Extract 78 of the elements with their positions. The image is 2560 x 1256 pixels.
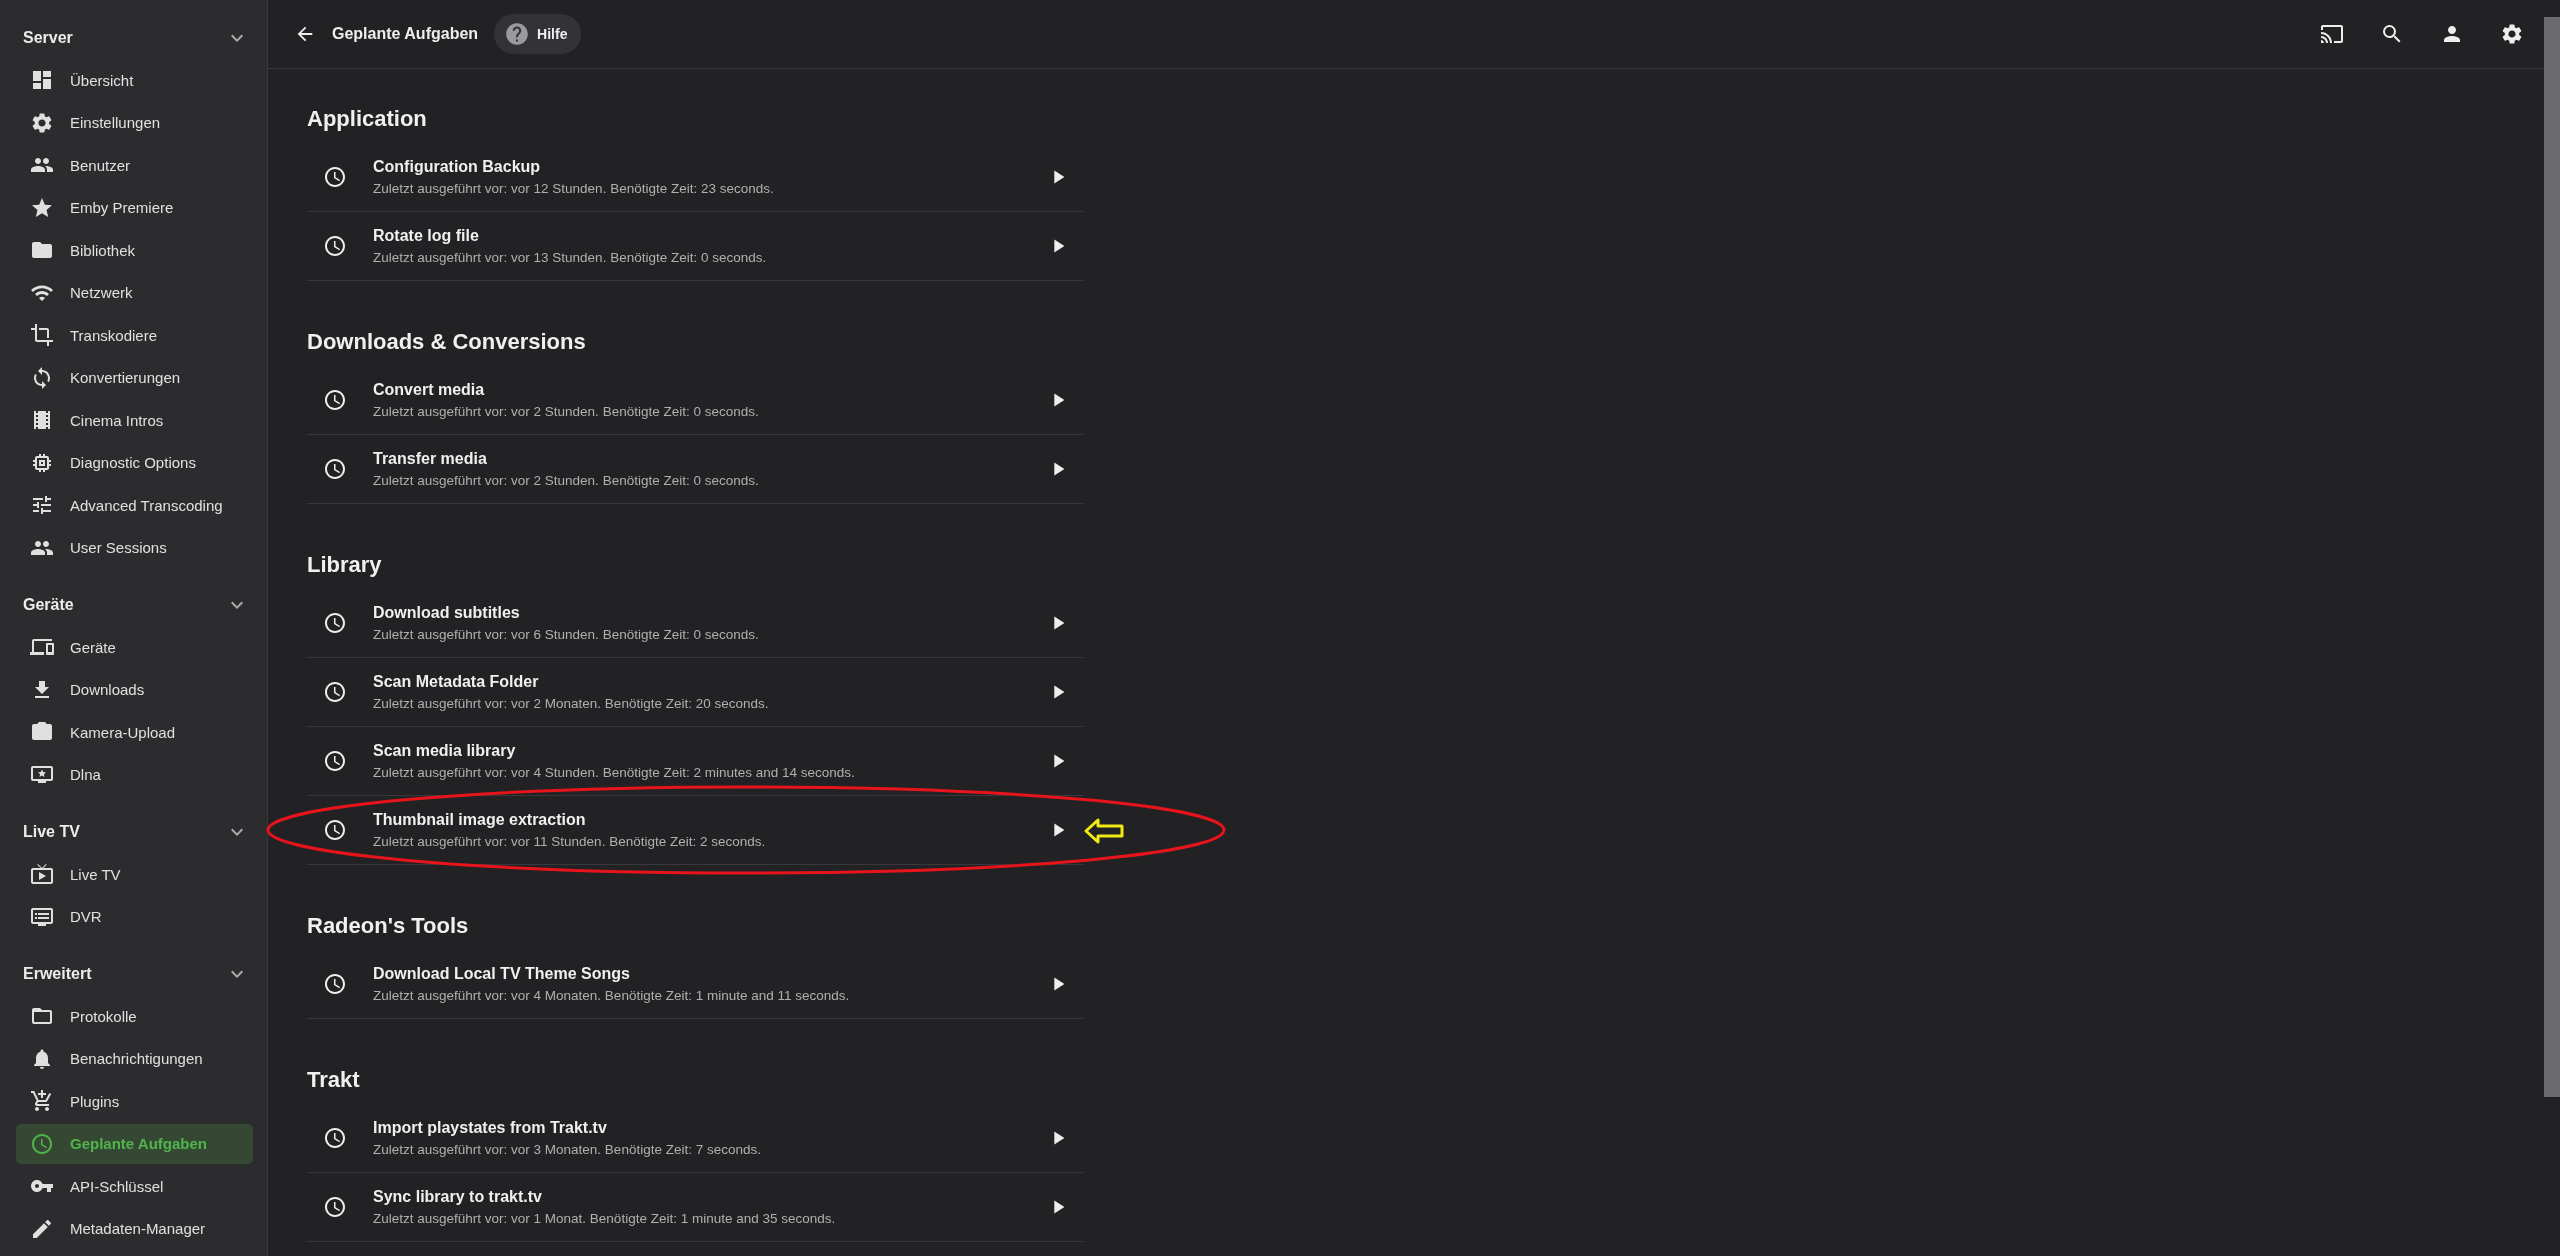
- sidebar-item[interactable]: Benutzer: [16, 145, 253, 186]
- clock-icon: [323, 388, 347, 412]
- task-name: Transfer media: [373, 450, 488, 468]
- section-heading: Library: [307, 551, 383, 579]
- task-status: Zuletzt ausgeführt vor: vor 2 Monaten. Benötigte Zeit: 20 seconds.: [373, 696, 770, 711]
- section-heading: Radeon's Tools: [307, 912, 470, 940]
- sidebar-item[interactable]: Protokolle: [16, 996, 253, 1037]
- clock-icon: [323, 680, 347, 704]
- task-status: Zuletzt ausgeführt vor: vor 4 Monaten. Benötigte Zeit: 1 minute and 11 seconds.: [373, 988, 851, 1003]
- gear-icon: [30, 110, 54, 135]
- task-name: Thumbnail image extraction: [373, 811, 587, 829]
- task-name: Configuration Backup: [373, 158, 542, 176]
- sidebar-item[interactable]: Live TV: [16, 854, 253, 895]
- sidebar-item[interactable]: Geräte: [16, 627, 253, 668]
- task-status: Zuletzt ausgeführt vor: vor 11 Stunden. Benötigte Zeit: 2 seconds.: [373, 834, 767, 849]
- task-name: Sync library to trakt.tv: [373, 1188, 543, 1206]
- sidebar-item[interactable]: Plugins: [16, 1081, 253, 1122]
- clock-icon: [323, 749, 347, 773]
- sidebar-item[interactable]: API-Schlüssel: [16, 1166, 253, 1207]
- task-name: Scan Metadata Folder: [373, 673, 540, 691]
- sidebar-item[interactable]: Advanced Transcoding: [16, 485, 253, 526]
- tv-icon: [30, 862, 54, 887]
- task-name: Convert media: [373, 381, 486, 399]
- sidebar-item[interactable]: Downloads: [16, 669, 253, 710]
- page-title: Geplante Aufgaben: [332, 25, 479, 43]
- sidebar-item[interactable]: Einstellungen: [16, 102, 253, 143]
- clock-icon: [323, 1195, 347, 1219]
- sidebar-item[interactable]: Kamera-Upload: [16, 712, 253, 753]
- section-heading: Application: [307, 105, 428, 133]
- sidebar-item[interactable]: Geplante Aufgaben: [16, 1123, 253, 1164]
- task-name: Rotate log file: [373, 227, 480, 245]
- clock-icon: [30, 1131, 54, 1156]
- clock-icon: [323, 234, 347, 258]
- sidebar-item[interactable]: Transkodiere: [16, 315, 253, 356]
- sidebar-item[interactable]: User Sessions: [16, 527, 253, 568]
- sidebar-item[interactable]: Benachrichtigungen: [16, 1038, 253, 1079]
- help-button[interactable]: Hilfe: [494, 14, 582, 54]
- task-name: Import playstates from Trakt.tv: [373, 1119, 608, 1137]
- sidebar-item[interactable]: Cinema Intros: [16, 400, 253, 441]
- section-title: Erweitert: [23, 965, 92, 983]
- settings-icon: [2500, 22, 2524, 46]
- task-status: Zuletzt ausgeführt vor: vor 2 Stunden. Benötigte Zeit: 0 seconds.: [373, 473, 760, 488]
- sidebar-item[interactable]: Übersicht: [16, 60, 253, 101]
- help-icon: [504, 21, 531, 47]
- sidebar-item[interactable]: Konvertierungen: [16, 357, 253, 398]
- sidebar-item[interactable]: DVR: [16, 896, 253, 937]
- clock-icon: [323, 972, 347, 996]
- sidebar-item[interactable]: Diagnostic Options: [16, 442, 253, 483]
- task-status: Zuletzt ausgeführt vor: vor 12 Stunden. Benötigte Zeit: 23 seconds.: [373, 181, 775, 196]
- clock-icon: [323, 1126, 347, 1150]
- sidebar-item[interactable]: Netzwerk: [16, 272, 253, 313]
- section-title: Geräte: [23, 596, 74, 614]
- cart-icon: [30, 1089, 54, 1114]
- section-heading: Downloads & Conversions: [307, 328, 587, 356]
- arrow-annotation: [1084, 818, 1124, 844]
- section-title: Live TV: [23, 823, 80, 841]
- task-status: Zuletzt ausgeführt vor: vor 3 Monaten. Benötigte Zeit: 7 seconds.: [373, 1142, 762, 1157]
- clock-icon: [323, 818, 347, 842]
- task-name: Download subtitles: [373, 604, 521, 622]
- crop-icon: [30, 323, 54, 348]
- clock-icon: [323, 165, 347, 189]
- clock-icon: [323, 611, 347, 635]
- task-name: Scan media library: [373, 742, 517, 760]
- sidebar-item[interactable]: Dlna: [16, 754, 253, 795]
- task-status: Zuletzt ausgeführt vor: vor 13 Stunden. Benötigte Zeit: 0 seconds.: [373, 250, 768, 265]
- sidebar-item[interactable]: Bibliothek: [16, 230, 253, 271]
- scrollbar-thumb[interactable]: [2544, 17, 2560, 1097]
- cast-icon: [2320, 22, 2344, 46]
- sidebar-item[interactable]: Emby Premiere: [16, 187, 253, 228]
- task-status: Zuletzt ausgeführt vor: vor 1 Monat. Benötigte Zeit: 1 minute and 35 seconds.: [373, 1211, 837, 1226]
- task-status: Zuletzt ausgeführt vor: vor 6 Stunden. Benötigte Zeit: 0 seconds.: [373, 627, 760, 642]
- section-title: Server: [23, 29, 73, 47]
- task-status: Zuletzt ausgeführt vor: vor 4 Stunden. Benötigte Zeit: 2 minutes and 14 seconds.: [373, 765, 856, 780]
- task-name: Download Local TV Theme Songs: [373, 965, 631, 983]
- task-status: Zuletzt ausgeführt vor: vor 2 Stunden. Benötigte Zeit: 0 seconds.: [373, 404, 760, 419]
- sidebar-item[interactable]: Metadaten-Manager: [16, 1208, 253, 1249]
- section-heading: Trakt: [307, 1066, 361, 1094]
- clock-icon: [323, 457, 347, 481]
